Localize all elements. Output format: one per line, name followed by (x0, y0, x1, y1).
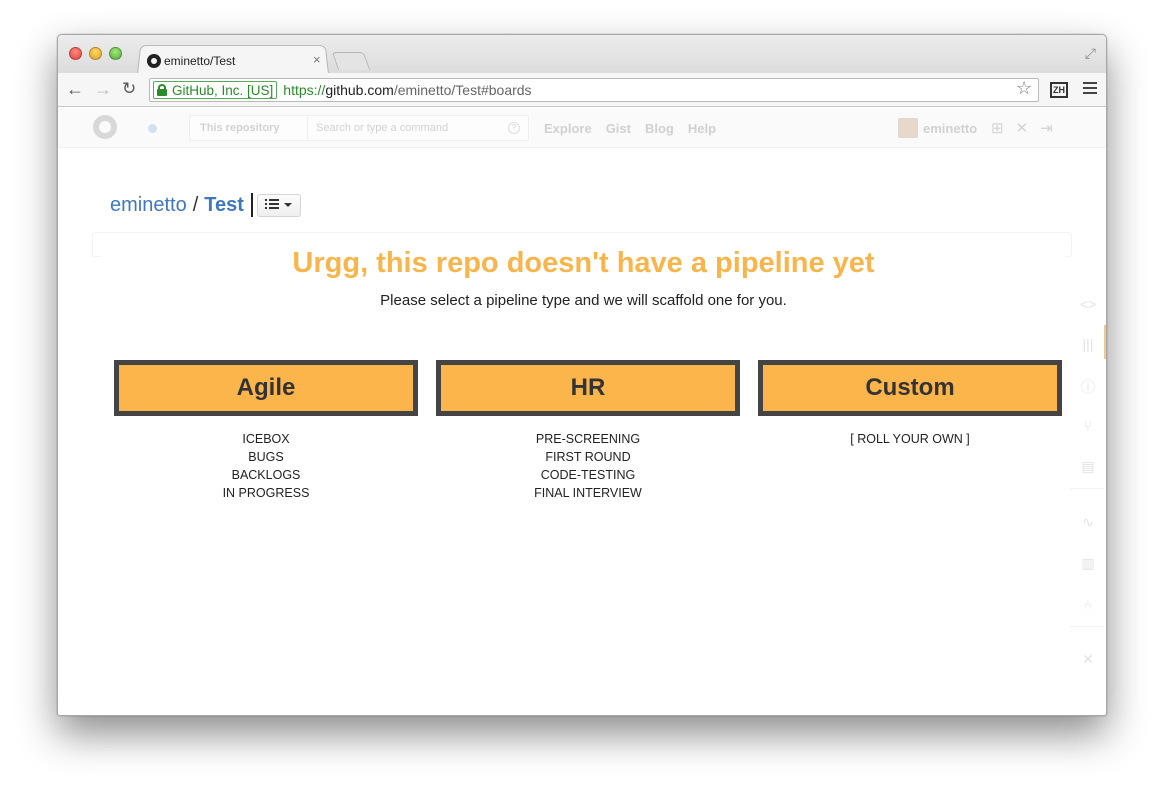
address-bar[interactable]: GitHub, Inc. [US] https://github.com/emi… (149, 78, 1039, 102)
stage-label: BUGS (248, 450, 284, 464)
network-icon[interactable]: ⑃ (1080, 596, 1096, 612)
panel-subheading: Please select a pipeline type and we wil… (380, 292, 787, 309)
pulse-bars-icon[interactable]: ||| (1080, 336, 1096, 352)
stage-label: FINAL INTERVIEW (534, 486, 642, 500)
settings-tools-icon[interactable]: ✕ (1016, 119, 1029, 137)
sign-out-icon[interactable]: ⇥ (1040, 119, 1053, 137)
browser-window: eminetto/Test × ⤢ ← → ↻ GitHub, Inc. [US… (57, 34, 1107, 716)
pulse-icon[interactable]: ∿ (1080, 514, 1096, 531)
hr-stages: PRE-SCREENING FIRST ROUND CODE-TESTING F… (436, 430, 740, 502)
search-help-icon[interactable]: ? (508, 122, 520, 134)
agile-pipeline-button[interactable]: Agile (114, 360, 418, 416)
extension-zh-icon[interactable]: ZH (1050, 82, 1068, 98)
hr-pipeline-button[interactable]: HR (436, 360, 740, 416)
repo-owner-link[interactable]: eminetto (110, 194, 187, 217)
create-repo-icon[interactable]: ⊞ (991, 119, 1004, 137)
notification-dot-icon[interactable] (148, 124, 157, 133)
repo-name-link[interactable]: Test (204, 194, 244, 217)
agile-stages: ICEBOX BUGS BACKLOGS IN PROGRESS (114, 430, 418, 502)
code-icon[interactable]: <> (1080, 296, 1096, 312)
github-header: This repository Search or type a command… (58, 108, 1106, 148)
pull-request-icon[interactable]: ⑂ (1080, 418, 1096, 434)
lock-icon (157, 84, 167, 96)
nav-blog[interactable]: Blog (645, 121, 674, 136)
user-menu[interactable]: eminetto (898, 118, 977, 138)
issues-icon[interactable]: ⓘ (1080, 377, 1096, 397)
close-window-button[interactable] (69, 47, 82, 60)
stage-label: [ ROLL YOUR OWN ] (850, 432, 970, 446)
browser-toolbar: ← → ↻ GitHub, Inc. [US] https://github.c… (58, 73, 1106, 107)
minimize-window-button[interactable] (89, 47, 102, 60)
github-favicon-icon (147, 54, 161, 68)
zoom-window-button[interactable] (109, 47, 122, 60)
title-bar: eminetto/Test × ⤢ (58, 35, 1106, 74)
chevron-down-icon (284, 203, 293, 207)
stage-label: BACKLOGS (231, 468, 301, 482)
stage-label: PRE-SCREENING (535, 432, 641, 446)
panel-heading: Urgg, this repo doesn't have a pipeline … (292, 247, 875, 279)
board-list-dropdown[interactable] (256, 193, 301, 217)
page-viewport: This repository Search or type a command… (58, 108, 1106, 715)
repo-side-nav: <> ||| ⓘ ⑂ ▤ ∿ ▥ ⑃ ✕ (1068, 278, 1106, 715)
active-indicator (1104, 325, 1106, 359)
username[interactable]: eminetto (923, 121, 977, 136)
new-tab-button[interactable] (331, 52, 371, 70)
github-search-box[interactable]: This repository Search or type a command… (189, 115, 529, 141)
custom-pipeline-button[interactable]: Custom (758, 360, 1062, 416)
graphs-icon[interactable]: ▥ (1080, 555, 1096, 572)
wiki-icon[interactable]: ▤ (1080, 458, 1096, 475)
text-cursor (250, 193, 253, 217)
header-action-icons: ⊞ ✕ ⇥ (991, 119, 1053, 137)
nav-help[interactable]: Help (688, 121, 716, 136)
back-arrow-icon[interactable]: ← (66, 79, 84, 99)
github-logo-icon[interactable] (93, 115, 117, 139)
github-nav: Explore Gist Blog Help (544, 121, 716, 136)
custom-stages: [ ROLL YOUR OWN ] (758, 430, 1062, 448)
nav-gist[interactable]: Gist (606, 121, 631, 136)
stage-label: CODE-TESTING (540, 468, 636, 482)
stage-label: FIRST ROUND (545, 450, 631, 464)
nav-explore[interactable]: Explore (544, 121, 592, 136)
tab-title: eminetto/Test (164, 54, 236, 68)
url-text: https://github.com/eminetto/Test#boards (283, 82, 531, 98)
breadcrumb: eminetto / Test (110, 193, 301, 217)
search-scope[interactable]: This repository (190, 116, 308, 140)
settings-icon[interactable]: ✕ (1080, 651, 1096, 668)
reload-icon[interactable]: ↻ (122, 79, 136, 99)
stage-label: IN PROGRESS (222, 486, 310, 500)
breadcrumb-separator: / (192, 193, 199, 216)
avatar[interactable] (898, 118, 918, 138)
hamburger-menu-icon[interactable] (1083, 82, 1097, 97)
forward-arrow-icon[interactable]: → (94, 79, 112, 99)
url-path: /eminetto/Test#boards (393, 82, 532, 98)
url-scheme: https:// (283, 82, 326, 98)
fullscreen-icon[interactable]: ⤢ (1085, 45, 1096, 62)
rail-divider (1070, 626, 1104, 627)
ev-label: GitHub, Inc. [US] (172, 82, 274, 98)
search-input[interactable]: Search or type a command (308, 122, 508, 134)
list-icon (265, 199, 280, 211)
pipeline-setup-panel: Urgg, this repo doesn't have a pipeline … (101, 234, 1066, 715)
ev-certificate-badge[interactable]: GitHub, Inc. [US] (153, 81, 278, 99)
tab-close-icon[interactable]: × (313, 52, 321, 67)
url-host: github.com (325, 82, 394, 98)
rail-divider (1070, 488, 1104, 489)
bookmark-star-icon[interactable]: ☆ (1016, 78, 1032, 99)
browser-tab-content[interactable]: eminetto/Test (147, 51, 327, 71)
stage-label: ICEBOX (242, 432, 290, 446)
